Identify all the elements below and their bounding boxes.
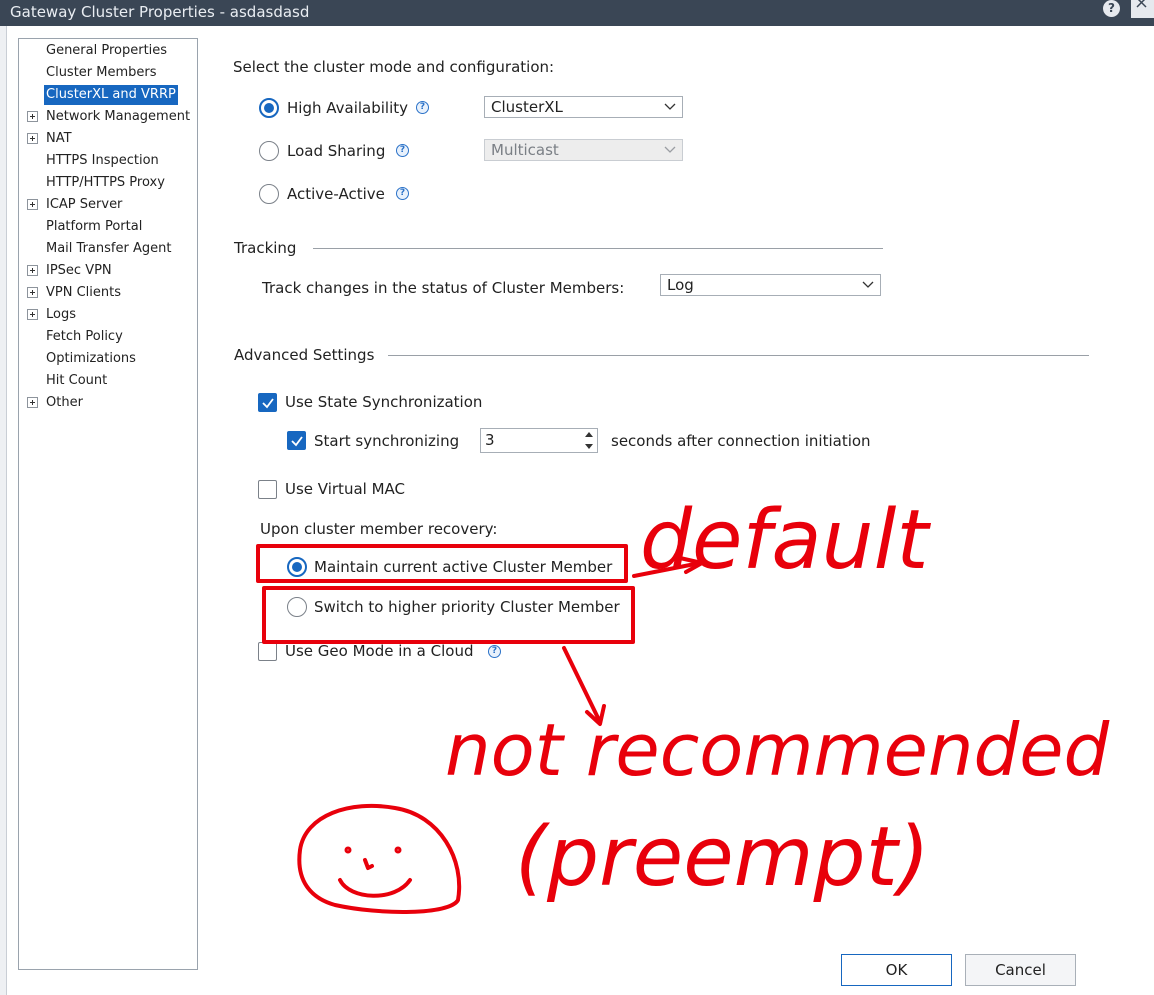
load-sharing-label: Load Sharing bbox=[287, 142, 386, 160]
nav-item[interactable]: NAT bbox=[19, 129, 197, 149]
nav-item[interactable]: IPSec VPN bbox=[19, 261, 197, 281]
load-sharing-radio[interactable] bbox=[259, 141, 279, 161]
nav-item[interactable]: ClusterXL and VRRP bbox=[19, 85, 197, 105]
nav-item-label: Optimizations bbox=[46, 351, 136, 366]
expand-plus-icon[interactable] bbox=[27, 309, 38, 320]
ls-mode-select: Multicast bbox=[484, 139, 683, 161]
tracking-heading: Tracking bbox=[234, 239, 297, 257]
nav-item-label: NAT bbox=[46, 131, 72, 146]
check-icon bbox=[291, 436, 303, 447]
start-sync-checkbox[interactable] bbox=[287, 431, 306, 450]
section-divider bbox=[313, 248, 883, 249]
help-icon[interactable]: ? bbox=[396, 144, 409, 157]
nav-item[interactable]: Network Management bbox=[19, 107, 197, 127]
help-icon[interactable]: ? bbox=[488, 645, 501, 658]
title-bar: Gateway Cluster Properties - asdasdasd ? bbox=[0, 0, 1154, 26]
nav-item-label: HTTPS Inspection bbox=[46, 153, 159, 168]
window-title: Gateway Cluster Properties - asdasdasd bbox=[10, 3, 310, 21]
stepper-down-icon[interactable] bbox=[581, 441, 597, 452]
nav-item-label: Fetch Policy bbox=[46, 329, 123, 344]
nav-item-label: Network Management bbox=[46, 109, 191, 124]
help-icon[interactable]: ? bbox=[396, 187, 409, 200]
active-active-radio[interactable] bbox=[259, 184, 279, 204]
use-virtual-mac-label: Use Virtual MAC bbox=[285, 480, 405, 498]
nav-item-label: IPSec VPN bbox=[46, 263, 112, 278]
nav-item-label: HTTP/HTTPS Proxy bbox=[46, 175, 165, 190]
nav-item[interactable]: HTTPS Inspection bbox=[19, 151, 197, 171]
expand-plus-icon[interactable] bbox=[27, 199, 38, 210]
nav-item-label: ClusterXL and VRRP bbox=[44, 85, 178, 105]
nav-item[interactable]: ICAP Server bbox=[19, 195, 197, 215]
navigation-tree: General Properties Cluster Members Cluster… bbox=[18, 38, 198, 970]
chevron-down-icon bbox=[664, 146, 676, 153]
advanced-heading: Advanced Settings bbox=[234, 346, 375, 364]
nav-item-label: ICAP Server bbox=[46, 197, 123, 212]
nav-item[interactable]: Fetch Policy bbox=[19, 327, 197, 347]
nav-item[interactable]: VPN Clients bbox=[19, 283, 197, 303]
nav-item[interactable]: Platform Portal bbox=[19, 217, 197, 237]
start-sync-label: Start synchronizing bbox=[314, 432, 460, 450]
nav-item-label: Platform Portal bbox=[46, 219, 143, 234]
expand-plus-icon[interactable] bbox=[27, 397, 38, 408]
nav-item[interactable]: Cluster Members bbox=[19, 63, 197, 83]
active-active-label: Active-Active bbox=[287, 185, 385, 203]
geo-mode-checkbox[interactable] bbox=[258, 642, 277, 661]
chevron-down-icon bbox=[862, 281, 874, 288]
nav-item-label: Cluster Members bbox=[46, 65, 157, 80]
stepper-up-icon[interactable] bbox=[581, 429, 597, 440]
nav-item-label: Mail Transfer Agent bbox=[46, 241, 172, 256]
use-virtual-mac-checkbox[interactable] bbox=[258, 480, 277, 499]
check-icon bbox=[262, 398, 274, 409]
expand-plus-icon[interactable] bbox=[27, 133, 38, 144]
tracking-label: Track changes in the status of Cluster M… bbox=[262, 279, 625, 297]
nav-item[interactable]: General Properties bbox=[19, 41, 197, 61]
close-icon[interactable] bbox=[1131, 0, 1154, 18]
geo-mode-label: Use Geo Mode in a Cloud bbox=[285, 642, 474, 660]
high-availability-radio[interactable] bbox=[259, 98, 279, 118]
nav-item[interactable]: Optimizations bbox=[19, 349, 197, 369]
recovery-heading: Upon cluster member recovery: bbox=[260, 520, 498, 538]
nav-item-label: Hit Count bbox=[46, 373, 108, 388]
use-state-sync-label: Use State Synchronization bbox=[285, 393, 483, 411]
expand-plus-icon[interactable] bbox=[27, 265, 38, 276]
nav-item[interactable]: HTTP/HTTPS Proxy bbox=[19, 173, 197, 193]
nav-item-label: Logs bbox=[46, 307, 76, 322]
mode-heading: Select the cluster mode and configuratio… bbox=[233, 58, 555, 76]
expand-plus-icon[interactable] bbox=[27, 287, 38, 298]
start-sync-suffix: seconds after connection initiation bbox=[611, 432, 871, 450]
nav-item[interactable]: Mail Transfer Agent bbox=[19, 239, 197, 259]
nav-item[interactable]: Hit Count bbox=[19, 371, 197, 391]
ok-button[interactable]: OK bbox=[841, 954, 952, 986]
sync-seconds-stepper[interactable]: 3 bbox=[480, 428, 598, 453]
section-divider bbox=[388, 355, 1089, 356]
maintain-active-radio[interactable] bbox=[287, 557, 307, 577]
cancel-button[interactable]: Cancel bbox=[965, 954, 1076, 986]
tracking-select[interactable]: Log bbox=[660, 274, 881, 296]
nav-item[interactable]: Other bbox=[19, 393, 197, 413]
switch-priority-radio[interactable] bbox=[287, 597, 307, 617]
maintain-active-label: Maintain current active Cluster Member bbox=[314, 558, 613, 576]
nav-item-label: Other bbox=[46, 395, 83, 410]
nav-item-label: General Properties bbox=[46, 43, 168, 58]
chevron-down-icon bbox=[664, 103, 676, 110]
help-icon[interactable]: ? bbox=[1103, 0, 1120, 17]
nav-item[interactable]: Logs bbox=[19, 305, 197, 325]
use-state-sync-checkbox[interactable] bbox=[258, 393, 277, 412]
expand-plus-icon[interactable] bbox=[27, 111, 38, 122]
nav-item-label: VPN Clients bbox=[46, 285, 121, 300]
help-icon[interactable]: ? bbox=[416, 101, 429, 114]
switch-priority-label: Switch to higher priority Cluster Member bbox=[314, 598, 620, 616]
high-availability-label: High Availability bbox=[287, 99, 409, 117]
ha-mode-select[interactable]: ClusterXL bbox=[484, 96, 683, 118]
